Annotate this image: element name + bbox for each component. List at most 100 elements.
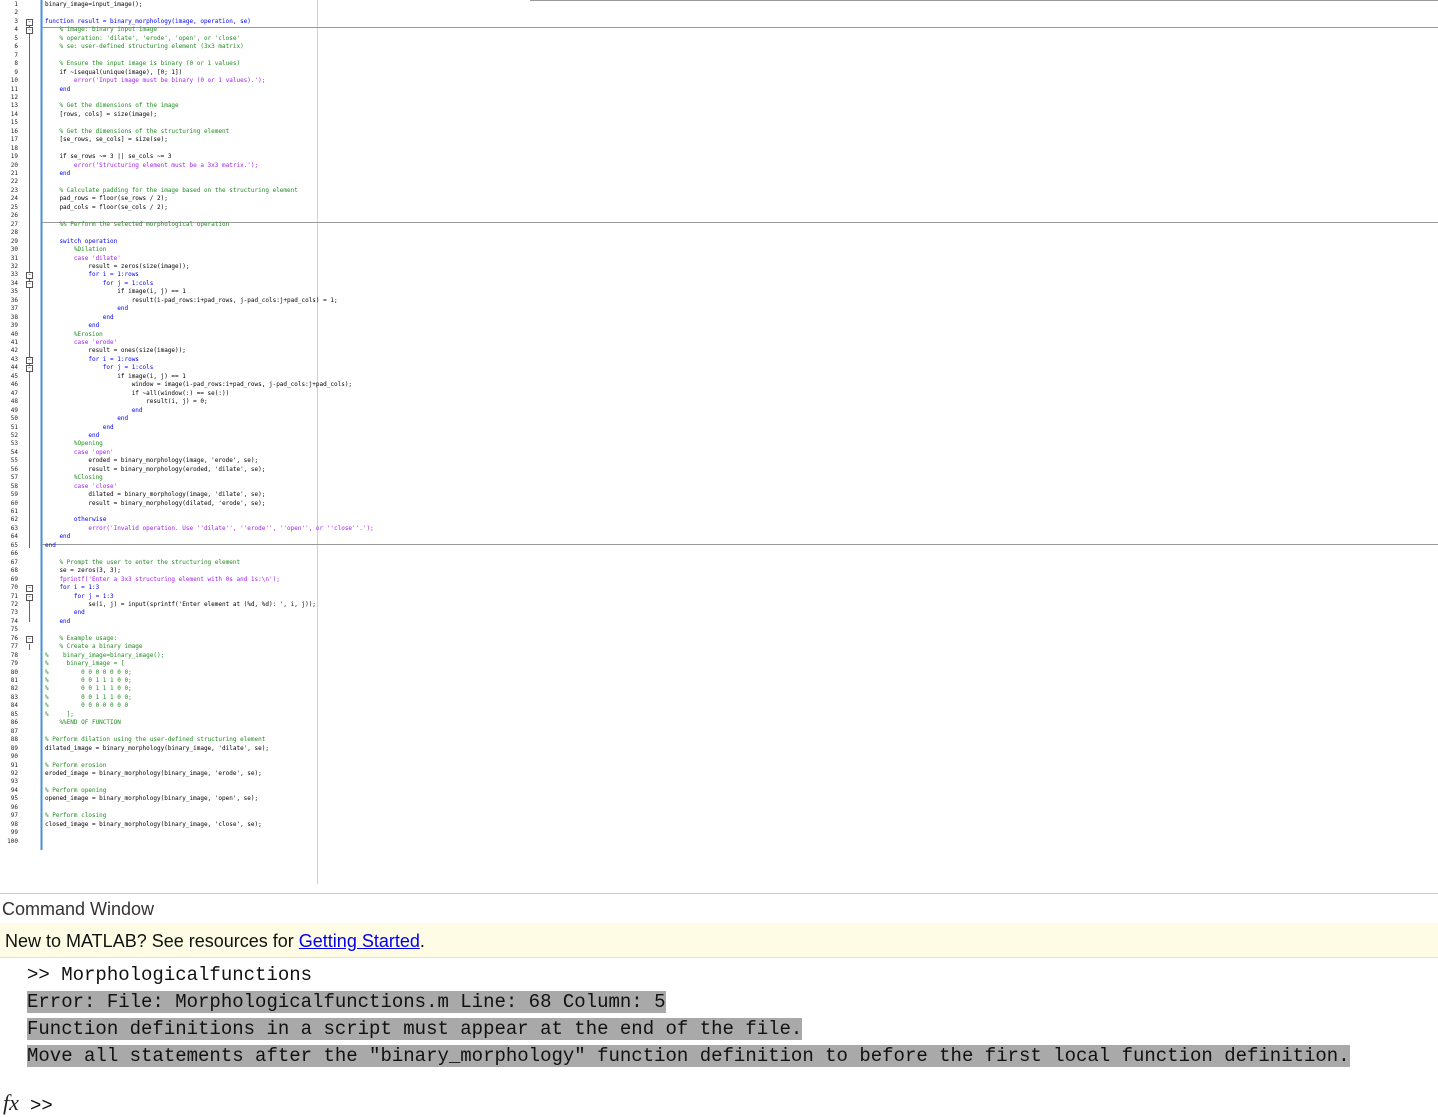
code-line[interactable]: % 0 0 0 0 0 0 0; (45, 669, 132, 677)
code-line[interactable]: eroded_image = binary_morphology(binary_… (45, 770, 262, 778)
code-line[interactable]: end (45, 533, 70, 541)
code-line[interactable]: %Opening (45, 440, 103, 448)
code-line[interactable]: for i = 1:3 (45, 584, 99, 592)
code-line[interactable]: end (45, 432, 99, 440)
code-line[interactable]: % Calculate padding for the image based … (45, 187, 297, 195)
fold-toggle-icon[interactable]: - (26, 356, 33, 364)
code-line[interactable]: % binary_image = [ (45, 660, 124, 668)
code-line[interactable]: end (45, 542, 56, 550)
code-line[interactable]: otherwise (45, 516, 107, 524)
line-number: 98 (10, 820, 18, 828)
fold-toggle-icon[interactable]: - (26, 18, 33, 26)
line-number: 66 (10, 550, 18, 558)
code-editor[interactable]: 1 2 3 4 5 6 7 8 9 10 11 12 13 14 15 16 17 18 19 20 21 22 23 24 2… (0, 0, 1438, 886)
code-line[interactable]: closed_image = binary_morphology(binary_… (45, 821, 262, 829)
code-line[interactable]: result(i, j) = 0; (45, 398, 207, 406)
code-line[interactable]: eroded = binary_morphology(image, 'erode… (45, 457, 258, 465)
code-line[interactable]: % Perform dilation using the user-define… (45, 736, 265, 744)
fold-toggle-icon[interactable]: - (26, 27, 33, 35)
code-line[interactable]: se = zeros(3, 3); (45, 567, 120, 575)
code-line[interactable]: % 0 0 1 1 1 0 0; (45, 685, 132, 693)
code-line[interactable]: result(i-pad_rows:i+pad_rows, j-pad_cols… (45, 297, 338, 305)
code-line[interactable]: window = image(i-pad_rows:i+pad_rows, j-… (45, 381, 352, 389)
code-line[interactable]: opened_image = binary_morphology(binary_… (45, 795, 258, 803)
code-line[interactable]: % image: binary input image (45, 26, 157, 34)
code-line[interactable]: if image(i, j) == 1 (45, 288, 186, 296)
code-line[interactable]: % Prompt the user to enter the structuri… (45, 559, 240, 567)
code-line[interactable]: % Example usage: (45, 635, 117, 643)
code-line[interactable]: end (45, 618, 70, 626)
code-line[interactable]: % Get the dimensions of the structuring … (45, 128, 229, 136)
code-line[interactable]: % Create a binary image (45, 643, 142, 651)
code-line[interactable]: if image(i, j) == 1 (45, 373, 186, 381)
code-line[interactable]: error('Structuring element must be a 3x3… (45, 162, 258, 170)
code-line[interactable]: error('Input image must be binary (0 or … (45, 77, 265, 85)
command-prompt[interactable]: >> (30, 1095, 53, 1117)
code-line[interactable]: for i = 1:rows (45, 356, 139, 364)
code-line[interactable]: result = zeros(size(image)); (45, 263, 189, 271)
code-line[interactable]: [se_rows, se_cols] = size(se); (45, 136, 167, 144)
code-line[interactable]: function result = binary_morphology(imag… (45, 18, 251, 26)
code-line[interactable]: result = ones(size(image)); (45, 347, 186, 355)
line-number: 32 (10, 262, 18, 270)
code-line[interactable]: % Perform closing (45, 812, 106, 820)
code-line[interactable]: % se: user-defined structuring element (… (45, 43, 243, 51)
fx-icon[interactable]: fx (3, 1090, 19, 1116)
code-line[interactable]: case 'close' (45, 483, 117, 491)
code-line[interactable]: case 'erode' (45, 339, 117, 347)
code-line[interactable]: if ~isequal(unique(image), [0; 1]) (45, 69, 182, 77)
fold-toggle-icon[interactable]: - (26, 280, 33, 288)
code-line[interactable]: end (45, 609, 85, 617)
code-line[interactable]: %% Perform the selected morphological op… (45, 221, 229, 229)
fold-toggle-icon[interactable]: - (26, 365, 33, 373)
code-line[interactable]: if ~all(window(:) == se(:)) (45, 390, 230, 398)
code-line[interactable]: result = binary_morphology(eroded, 'dila… (45, 466, 265, 474)
code-line[interactable]: % operation: 'dilate', 'erode', 'open', … (45, 35, 240, 43)
code-line[interactable]: end (45, 407, 143, 415)
code-line[interactable]: switch operation (45, 238, 117, 246)
code-line[interactable]: end (45, 305, 128, 313)
code-line[interactable]: end (45, 314, 114, 322)
code-line[interactable]: if se_rows ~= 3 || se_cols ~= 3 (45, 153, 171, 161)
code-line[interactable]: % 0 0 1 1 1 0 0; (45, 694, 132, 702)
code-line[interactable]: %Closing (45, 474, 103, 482)
code-line[interactable]: fprintf('Enter a 3x3 structuring element… (45, 576, 279, 584)
code-line[interactable]: result = binary_morphology(dilated, 'ero… (45, 500, 265, 508)
code-line[interactable]: binary_image=input_image(); (45, 1, 143, 9)
code-line[interactable]: end (45, 86, 70, 94)
code-line[interactable]: %Dilation (45, 246, 107, 254)
code-line[interactable]: % Perform opening (45, 787, 106, 795)
code-line[interactable]: for j = 1:cols (45, 280, 154, 288)
code-line[interactable]: end (45, 322, 99, 330)
code-line[interactable]: % 0 0 1 1 1 0 0; (45, 677, 132, 685)
code-line[interactable]: % binary_image=binary_image(); (45, 652, 164, 660)
code-line[interactable]: % Get the dimensions of the image (45, 102, 178, 110)
getting-started-link[interactable]: Getting Started (299, 931, 420, 951)
code-line[interactable]: % Ensure the input image is binary (0 or… (45, 60, 240, 68)
code-line[interactable]: % ]; (45, 711, 74, 719)
code-line[interactable]: pad_cols = floor(se_cols / 2); (45, 204, 167, 212)
code-line[interactable]: error('Invalid operation. Use ''dilate''… (45, 525, 373, 533)
code-line[interactable]: for j = 1:cols (45, 364, 154, 372)
code-line[interactable]: %Erosion (45, 331, 103, 339)
code-line[interactable]: % 0 0 0 0 0 0 0 (45, 702, 128, 710)
code-line[interactable]: for i = 1:rows (45, 271, 139, 279)
code-line[interactable]: dilated = binary_morphology(image, 'dila… (45, 491, 265, 499)
code-line[interactable]: %%END OF FUNCTION (45, 719, 120, 727)
code-line[interactable]: pad_rows = floor(se_rows / 2); (45, 195, 167, 203)
code-line[interactable]: % Perform erosion (45, 762, 106, 770)
fold-toggle-icon[interactable]: - (26, 272, 33, 280)
fold-toggle-icon[interactable]: - (26, 585, 33, 593)
code-line[interactable]: end (45, 170, 70, 178)
code-line[interactable]: end (45, 415, 128, 423)
code-line[interactable]: for j = 1:3 (45, 593, 114, 601)
code-line[interactable]: se(i, j) = input(sprintf('Enter element … (45, 601, 316, 609)
code-line[interactable]: end (45, 424, 114, 432)
code-line[interactable]: case 'open' (45, 449, 114, 457)
line-number: 3 (14, 17, 18, 25)
code-line[interactable]: [rows, cols] = size(image); (45, 111, 157, 119)
code-line[interactable]: case 'dilate' (45, 255, 121, 263)
code-line[interactable]: dilated_image = binary_morphology(binary… (45, 745, 269, 753)
fold-toggle-icon[interactable]: - (26, 593, 33, 601)
fold-toggle-icon[interactable]: - (26, 635, 33, 643)
